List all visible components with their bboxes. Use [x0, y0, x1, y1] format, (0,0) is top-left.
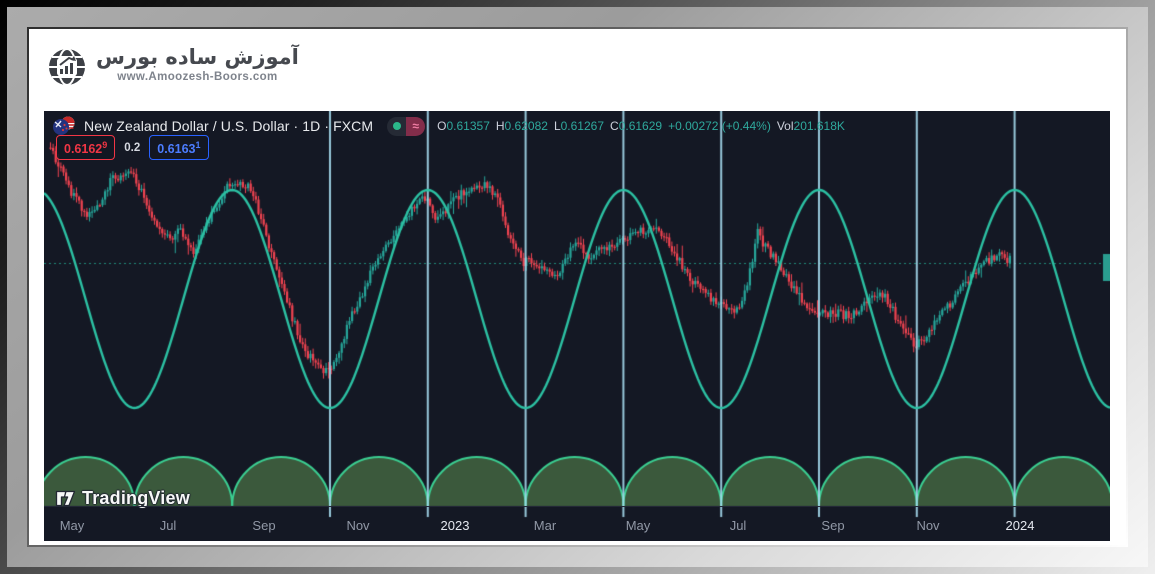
low-label: L	[554, 119, 561, 133]
page-content: آموزش ساده بورس www.Amoozesh-Boors.com	[29, 29, 1126, 545]
gray-picture-frame: آموزش ساده بورس www.Amoozesh-Boors.com	[7, 7, 1148, 567]
symbol-header: New Zealand Dollar / U.S. Dollar · 1D · …	[51, 116, 851, 136]
high-value: 0.62082	[505, 119, 548, 133]
toggle-dot-icon[interactable]	[387, 117, 406, 136]
brand-title: آموزش ساده بورس	[96, 44, 299, 70]
high-label: H	[496, 119, 505, 133]
framed-screenshot: آموزش ساده بورس www.Amoozesh-Boors.com	[0, 0, 1155, 574]
axis-label: Mar	[523, 518, 567, 533]
axis-label: 2023	[433, 518, 477, 533]
axis-label: Nov	[906, 518, 950, 533]
chart-canvas[interactable]	[44, 111, 1110, 541]
buy-price-button[interactable]: 0.61631	[149, 135, 208, 159]
axis-label: Jul	[716, 518, 760, 533]
toggle-wave-icon[interactable]: ≈	[406, 117, 425, 136]
bid-ask-row: 0.61629 0.2 0.61631	[56, 137, 209, 158]
globe-chart-icon	[47, 44, 87, 90]
symbol-title[interactable]: New Zealand Dollar / U.S. Dollar · 1D · …	[84, 118, 373, 134]
frame-inner-border: آموزش ساده بورس www.Amoozesh-Boors.com	[27, 27, 1128, 547]
axis-label: Jul	[146, 518, 190, 533]
axis-label: Sep	[811, 518, 855, 533]
brand-url: www.Amoozesh-Boors.com	[96, 71, 299, 83]
close-value: 0.61629	[619, 119, 662, 133]
tradingview-chart-panel: New Zealand Dollar / U.S. Dollar · 1D · …	[44, 111, 1110, 541]
axis-label: May	[50, 518, 94, 533]
sell-price-button[interactable]: 0.61629	[56, 135, 115, 159]
low-value: 0.61267	[561, 119, 604, 133]
axis-label: Nov	[336, 518, 380, 533]
axis-label: May	[616, 518, 660, 533]
indicator-toggle[interactable]: ≈	[387, 117, 425, 136]
change-value: +0.00272 (+0.44%)	[668, 119, 771, 133]
brand-logo: آموزش ساده بورس www.Amoozesh-Boors.com	[47, 44, 299, 90]
nzdusd-pair-flag-icon	[51, 116, 77, 136]
time-axis[interactable]: May Jul Sep Nov 2023 Mar May Jul Sep Nov 2024	[44, 506, 1110, 541]
axis-label: Sep	[242, 518, 286, 533]
volume-label: Vol	[777, 119, 794, 133]
ohlc-readout: O0.61357 H0.62082 L0.61267 C0.61629 +0.0…	[437, 119, 851, 133]
spread-value: 0.2	[124, 142, 140, 154]
axis-label: 2024	[998, 518, 1042, 533]
open-value: 0.61357	[446, 119, 489, 133]
close-label: C	[610, 119, 619, 133]
volume-value: 201.618K	[794, 119, 845, 133]
